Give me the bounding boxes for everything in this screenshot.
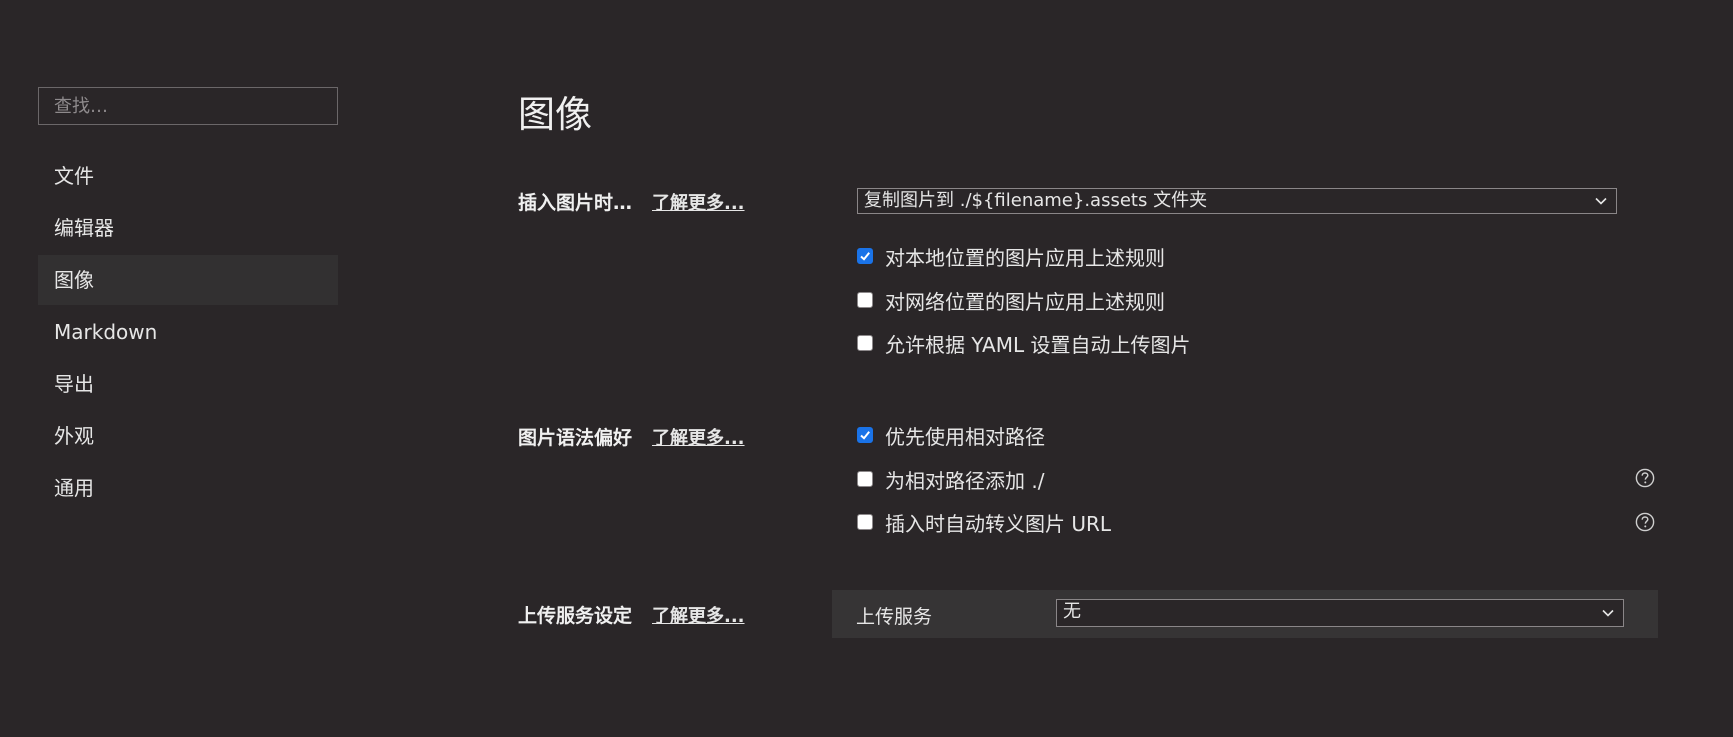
insert-learn-more-link[interactable]: 了解更多... (652, 189, 745, 215)
checkmark-icon (860, 431, 870, 440)
help-icon[interactable] (1635, 512, 1655, 532)
page-title: 图像 (518, 93, 592, 136)
checkbox-row-local-images[interactable]: 对本地位置的图片应用上述规则 (857, 242, 1165, 270)
checkbox-escape-url[interactable] (857, 514, 873, 530)
checkmark-icon (860, 252, 870, 261)
checkbox-row-yaml-upload[interactable]: 允许根据 YAML 设置自动上传图片 (857, 329, 1190, 357)
image-syntax-label: 图片语法偏好 (518, 427, 633, 449)
upload-service-label: 上传服务 (856, 606, 933, 628)
chevron-down-icon (1602, 609, 1614, 617)
checkbox-label: 允许根据 YAML 设置自动上传图片 (885, 332, 1191, 357)
upload-service-select-value: 无 (1063, 601, 1081, 622)
insert-image-select[interactable]: 复制图片到 ./${filename}.assets 文件夹 (857, 188, 1617, 214)
checkbox-row-add-dot-slash[interactable]: 为相对路径添加 ./ (857, 465, 1044, 493)
sidebar-item-markdown[interactable]: Markdown (38, 307, 338, 357)
sidebar-item-editor[interactable]: 编辑器 (38, 203, 338, 253)
upload-settings-label: 上传服务设定 (518, 605, 633, 627)
checkbox-row-escape-url[interactable]: 插入时自动转义图片 URL (857, 508, 1111, 536)
sidebar-item-appearance[interactable]: 外观 (38, 411, 338, 461)
sidebar-item-file[interactable]: 文件 (38, 151, 338, 201)
sidebar-item-general[interactable]: 通用 (38, 463, 338, 513)
upload-service-panel: 上传服务 无 (832, 590, 1658, 638)
upload-learn-more-link[interactable]: 了解更多... (652, 602, 745, 628)
checkbox-network-images[interactable] (857, 292, 873, 308)
help-icon[interactable] (1635, 468, 1655, 488)
checkbox-label: 插入时自动转义图片 URL (885, 511, 1112, 536)
checkbox-label: 优先使用相对路径 (885, 424, 1045, 449)
upload-service-select[interactable]: 无 (1056, 599, 1624, 627)
checkbox-row-relative-path[interactable]: 优先使用相对路径 (857, 421, 1045, 449)
sidebar-nav: 文件 编辑器 图像 Markdown 导出 外观 通用 (38, 151, 338, 513)
chevron-down-icon (1595, 197, 1607, 205)
checkbox-label: 为相对路径添加 ./ (885, 468, 1045, 493)
insert-image-select-value: 复制图片到 ./${filename}.assets 文件夹 (864, 190, 1208, 211)
checkbox-add-dot-slash[interactable] (857, 471, 873, 487)
insert-image-label: 插入图片时… (518, 192, 633, 214)
checkbox-label: 对本地位置的图片应用上述规则 (885, 245, 1165, 270)
sidebar-item-image[interactable]: 图像 (38, 255, 338, 305)
sidebar-item-export[interactable]: 导出 (38, 359, 338, 409)
checkbox-relative-path[interactable] (857, 427, 873, 443)
checkbox-label: 对网络位置的图片应用上述规则 (885, 289, 1165, 314)
checkbox-local-images[interactable] (857, 248, 873, 264)
syntax-learn-more-link[interactable]: 了解更多... (652, 424, 745, 450)
checkbox-yaml-upload[interactable] (857, 335, 873, 351)
checkbox-row-network-images[interactable]: 对网络位置的图片应用上述规则 (857, 286, 1165, 314)
sidebar: 文件 编辑器 图像 Markdown 导出 外观 通用 (38, 87, 338, 515)
search-input[interactable] (38, 87, 338, 125)
